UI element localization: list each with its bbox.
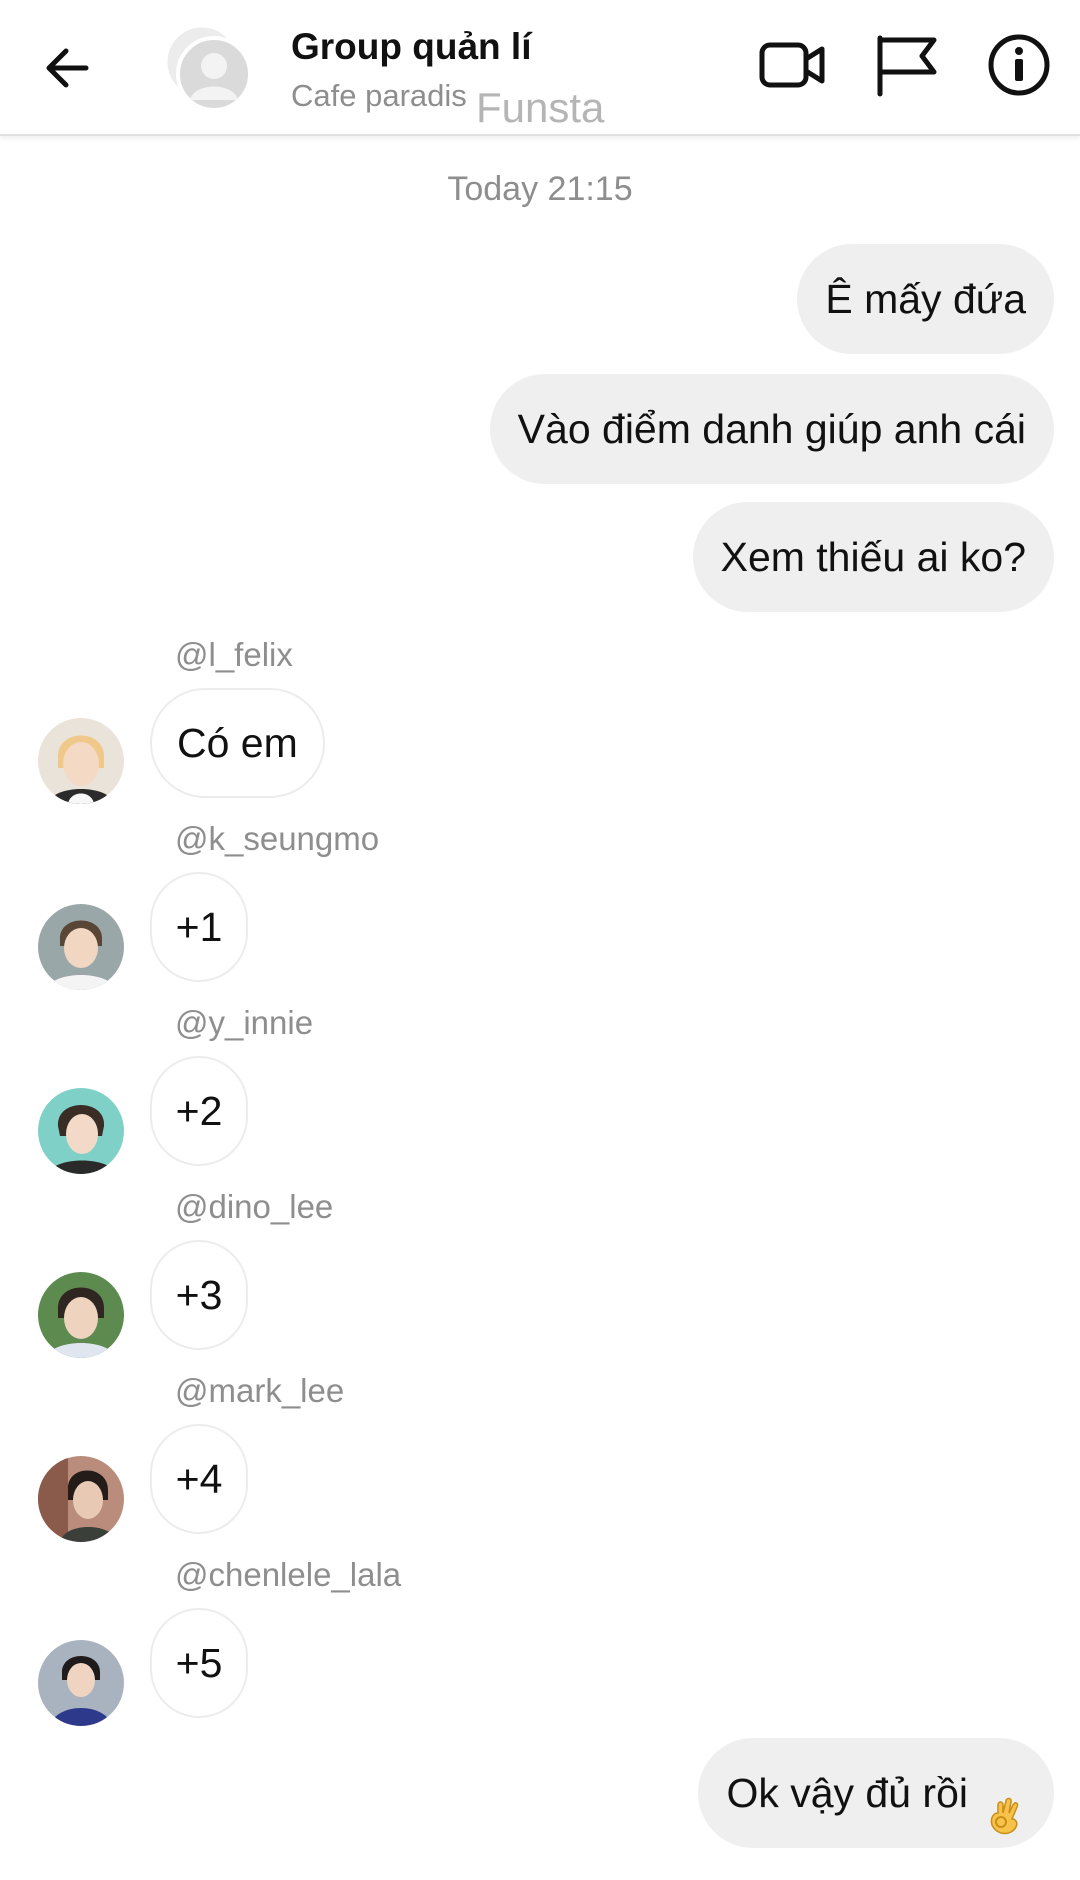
incoming-message[interactable]: +1 bbox=[150, 872, 248, 982]
incoming-message[interactable]: +3 bbox=[150, 1240, 248, 1350]
sender-username[interactable]: @mark_lee bbox=[175, 1372, 344, 1410]
sender-username[interactable]: @chenlele_lala bbox=[175, 1556, 401, 1594]
incoming-message[interactable]: +2 bbox=[150, 1056, 248, 1166]
chat-header: Group quản lí Cafe paradis Funsta bbox=[0, 0, 1080, 136]
back-arrow-icon[interactable] bbox=[40, 40, 96, 96]
outgoing-message[interactable]: Ê mấy đứa bbox=[797, 244, 1054, 354]
incoming-message[interactable]: +5 bbox=[150, 1608, 248, 1718]
chat-subtitle: Cafe paradis bbox=[291, 78, 467, 113]
group-avatar-icon[interactable] bbox=[160, 22, 256, 114]
outgoing-message[interactable]: Ok vậy đủ rồi bbox=[698, 1738, 1054, 1848]
avatar[interactable] bbox=[38, 904, 124, 990]
avatar[interactable] bbox=[38, 1640, 124, 1726]
outgoing-message-text: Ok vậy đủ rồi bbox=[726, 1770, 968, 1816]
message-timestamp: Today 21:15 bbox=[447, 170, 633, 208]
chat-title[interactable]: Group quản lí bbox=[291, 26, 531, 68]
sender-username[interactable]: @dino_lee bbox=[175, 1188, 333, 1226]
sender-username[interactable]: @y_innie bbox=[175, 1004, 313, 1042]
chat-subtitle-extra: Funsta bbox=[476, 84, 605, 131]
avatar[interactable] bbox=[38, 1272, 124, 1358]
ok-hand-emoji-icon bbox=[982, 1770, 1026, 1835]
info-icon[interactable] bbox=[984, 30, 1054, 100]
outgoing-message[interactable]: Vào điểm danh giúp anh cái bbox=[489, 374, 1054, 484]
sender-username[interactable]: @l_felix bbox=[175, 636, 293, 674]
incoming-message[interactable]: Có em bbox=[150, 688, 325, 798]
flag-icon[interactable] bbox=[872, 32, 944, 98]
avatar[interactable] bbox=[38, 718, 124, 804]
avatar[interactable] bbox=[38, 1456, 124, 1542]
sender-username[interactable]: @k_seungmo bbox=[175, 820, 379, 858]
video-camera-icon[interactable] bbox=[756, 32, 828, 98]
incoming-message[interactable]: +4 bbox=[150, 1424, 248, 1534]
outgoing-message[interactable]: Xem thiếu ai ko? bbox=[692, 502, 1054, 612]
avatar[interactable] bbox=[38, 1088, 124, 1174]
